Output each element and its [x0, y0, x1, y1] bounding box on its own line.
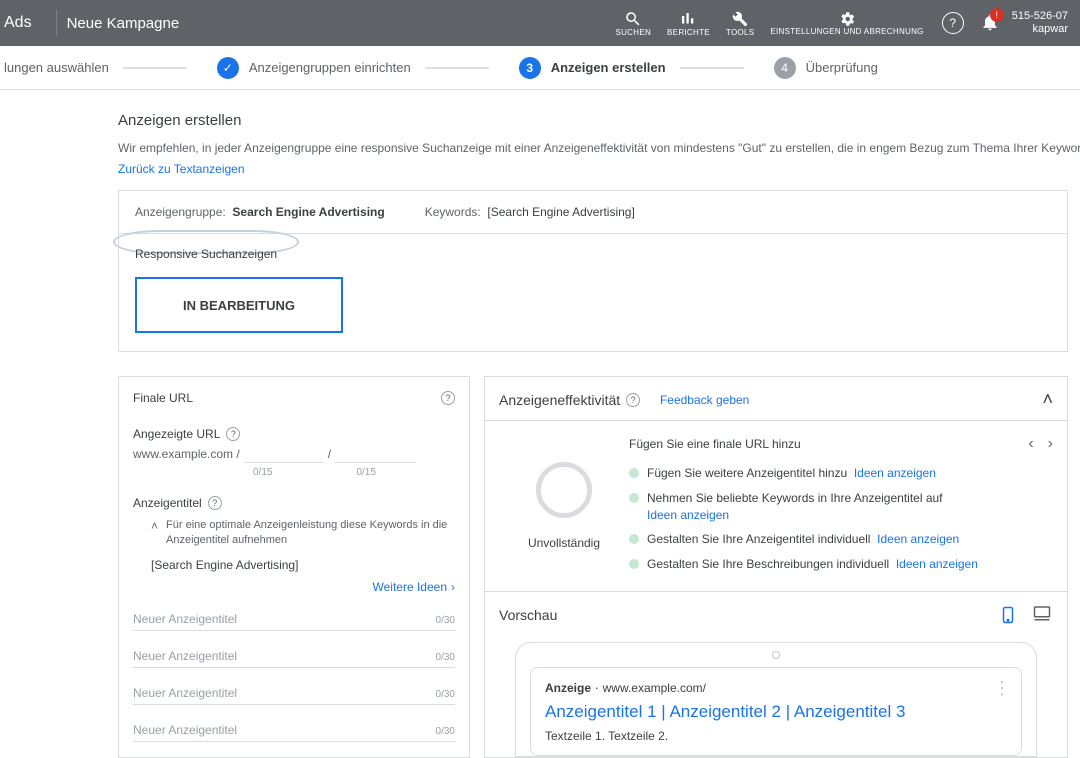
search-tool[interactable]: SUCHEN: [607, 10, 659, 37]
more-ideas-link[interactable]: Weitere Ideen›: [133, 580, 455, 594]
step-4[interactable]: 4Überprüfung: [762, 57, 890, 79]
help-icon[interactable]: ?: [626, 393, 640, 407]
status-card[interactable]: IN BEARBEITUNG: [135, 277, 343, 333]
tools-tool[interactable]: TOOLS: [718, 10, 762, 37]
mobile-icon[interactable]: [999, 604, 1017, 626]
chevron-up-icon[interactable]: ˄: [1042, 389, 1053, 410]
ad-description: Textzeile 1. Textzeile 2.: [545, 729, 1007, 743]
adgroup-card: Anzeigengruppe: Search Engine Advertisin…: [118, 190, 1068, 352]
help-icon[interactable]: ?: [226, 427, 240, 441]
wrench-icon: [731, 10, 749, 28]
headline-input-3[interactable]: Neuer Anzeigentitel0/30: [133, 668, 455, 705]
stepper: lungen auswählen ✓Anzeigengruppen einric…: [0, 46, 1080, 90]
step-1[interactable]: lungen auswählen: [0, 60, 205, 75]
path2-input[interactable]: [335, 445, 415, 463]
preview-title: Vorschau: [499, 607, 557, 623]
step-3[interactable]: 3Anzeigen erstellen: [507, 57, 762, 79]
path1-input[interactable]: [244, 445, 324, 463]
ideas-link[interactable]: Ideen anzeigen: [854, 466, 936, 480]
chart-icon: [679, 10, 697, 28]
account-info[interactable]: 515-526-07 kapwar: [1006, 10, 1068, 36]
intro-text: Wir empfehlen, in jeder Anzeigengruppe e…: [118, 141, 1068, 155]
divider: [56, 10, 57, 36]
prev-icon[interactable]: ‹: [1028, 435, 1033, 453]
ideas-link[interactable]: Ideen anzeigen: [647, 508, 729, 522]
search-icon: [624, 10, 642, 28]
ad-preview-card: ⋮ Anzeige · www.example.com/ Anzeigentit…: [530, 667, 1022, 756]
effectiveness-title: Anzeigeneffektivität: [499, 392, 620, 408]
section-title: Anzeigen erstellen: [118, 112, 1068, 129]
chevron-up-icon[interactable]: ˄: [151, 518, 158, 549]
headline-input-2[interactable]: Neuer Anzeigentitel0/30: [133, 631, 455, 668]
more-icon[interactable]: ⋮: [993, 678, 1011, 699]
keyword-suggestion[interactable]: [Search Engine Advertising]: [151, 558, 298, 572]
effectiveness-gauge: [536, 462, 592, 518]
final-url-label: Finale URL: [133, 391, 455, 405]
display-url-label: Angezeigte URL?: [133, 427, 455, 441]
notifications-icon[interactable]: !: [980, 12, 1000, 35]
step-2[interactable]: ✓Anzeigengruppen einrichten: [205, 57, 507, 79]
gear-icon: [838, 10, 856, 28]
headlines-label: Anzeigentitel?: [133, 496, 455, 510]
back-to-text-ads-link[interactable]: Zurück zu Textanzeigen: [118, 162, 245, 176]
brand: Ads: [0, 14, 46, 32]
ideas-link[interactable]: Ideen anzeigen: [877, 532, 959, 546]
help-icon[interactable]: ?: [942, 12, 964, 34]
feedback-link[interactable]: Feedback geben: [660, 393, 749, 407]
reports-tool[interactable]: BERICHTE: [659, 10, 718, 37]
page-title: Neue Kampagne: [67, 15, 180, 32]
desktop-icon[interactable]: [1031, 604, 1053, 622]
top-bar: Ads Neue Kampagne SUCHEN BERICHTE TOOLS …: [0, 0, 1080, 46]
ad-type-label: Responsive Suchanzeigen: [135, 247, 277, 261]
settings-tool[interactable]: EINSTELLUNGEN UND ABRECHNUNG: [762, 10, 931, 37]
next-icon[interactable]: ›: [1048, 435, 1053, 453]
headline-input-4[interactable]: Neuer Anzeigentitel0/30: [133, 705, 455, 742]
help-icon[interactable]: ?: [208, 496, 222, 510]
help-icon[interactable]: ?: [441, 391, 455, 405]
device-preview: ⋮ Anzeige · www.example.com/ Anzeigentit…: [515, 642, 1037, 757]
right-panel: Anzeigeneffektivität? Feedback geben ˄ U…: [484, 376, 1068, 758]
headline-input-1[interactable]: Neuer Anzeigentitel0/30: [133, 594, 455, 631]
check-icon: ✓: [217, 57, 239, 79]
ad-headline[interactable]: Anzeigentitel 1 | Anzeigentitel 2 | Anze…: [545, 701, 1007, 723]
ideas-link[interactable]: Ideen anzeigen: [896, 557, 978, 571]
alert-badge: !: [990, 8, 1004, 22]
ad-editor-panel: ? Finale URL Angezeigte URL? www.example…: [118, 376, 470, 758]
chevron-right-icon: ›: [451, 580, 455, 594]
